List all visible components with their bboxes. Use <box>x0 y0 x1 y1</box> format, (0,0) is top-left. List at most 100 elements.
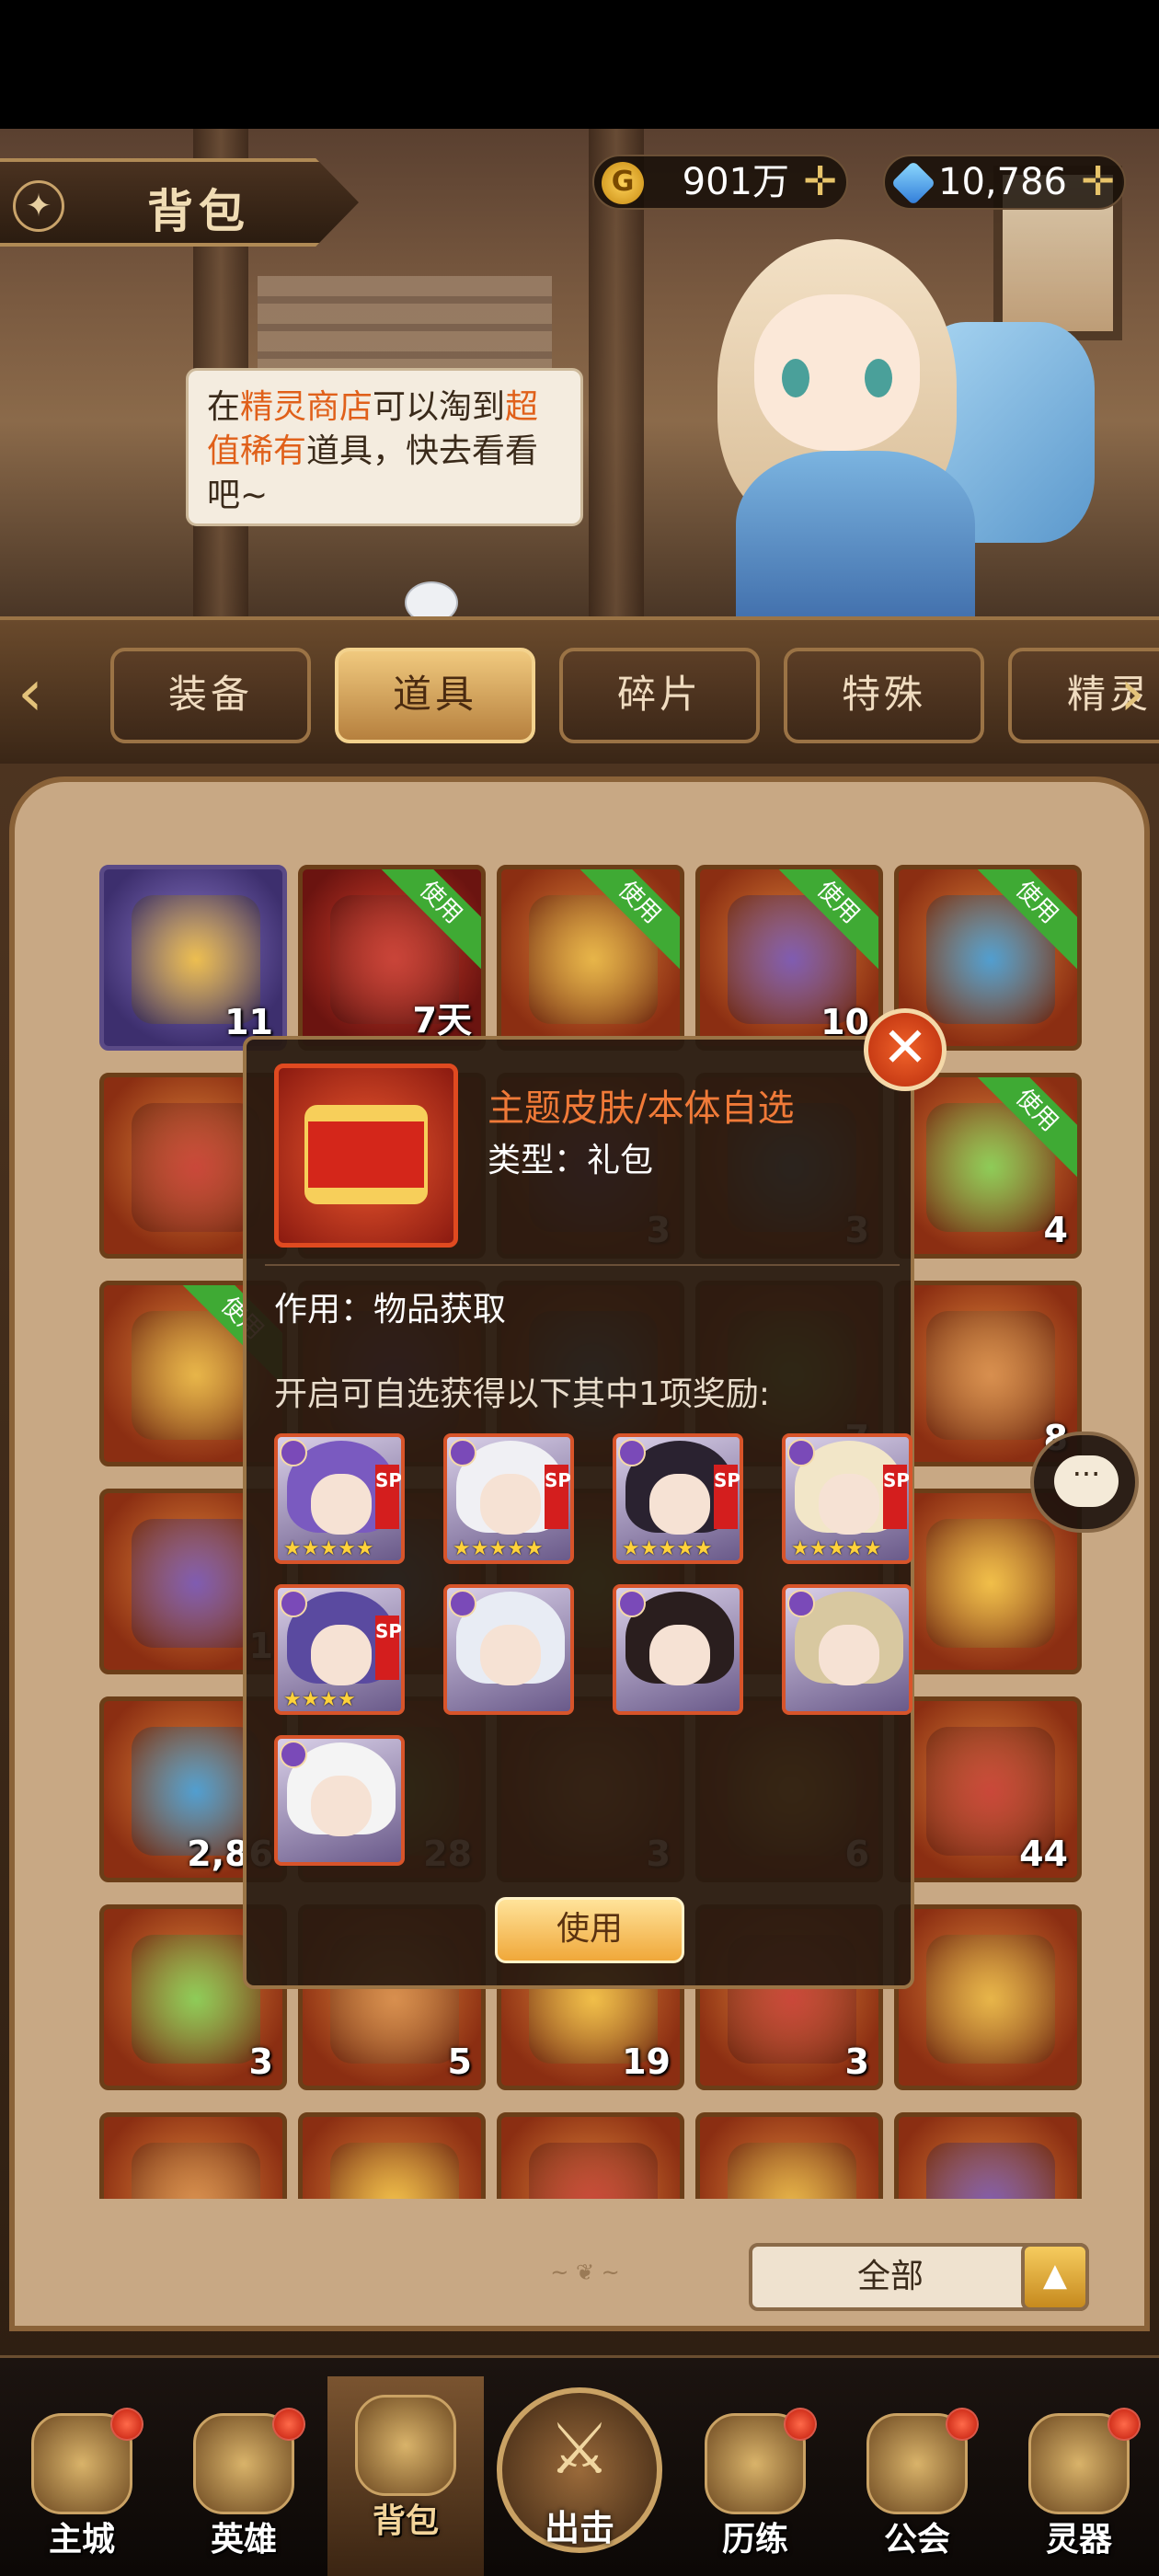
add-gold-icon[interactable]: ✛ <box>803 160 837 204</box>
nav-backpack[interactable]: 背包 <box>327 2376 484 2576</box>
inventory-slot[interactable] <box>298 2112 486 2199</box>
inventory-slot[interactable]: 11 <box>99 865 287 1051</box>
item-icon <box>330 2143 459 2199</box>
item-name: 主题皮肤/本体自选 <box>488 1087 795 1130</box>
sp-tag: SP <box>375 1616 401 1680</box>
nav-training[interactable]: 历练 <box>677 2408 833 2570</box>
nav-label: 出击 <box>544 2508 614 2548</box>
page-title: 背包 <box>147 185 250 238</box>
reward-option[interactable] <box>782 1584 912 1715</box>
element-badge-icon <box>280 1590 307 1617</box>
category-tabs: ‹ 装备 道具 碎片 特殊 精灵 › <box>0 616 1159 764</box>
item-icon <box>132 1935 260 2064</box>
reward-option[interactable] <box>443 1584 574 1715</box>
chat-button[interactable]: ··· <box>1030 1432 1139 1533</box>
nav-heroes[interactable]: 英雄 <box>166 2408 322 2570</box>
nav-main-city[interactable]: 主城 <box>4 2408 160 2570</box>
use-button[interactable]: 使用 <box>495 1897 684 1963</box>
compass-icon: ✦ <box>13 180 64 232</box>
nav-guild[interactable]: 公会 <box>839 2408 995 2570</box>
item-quantity: 19 <box>622 2041 671 2082</box>
item-quantity: 7天 <box>412 1000 472 1041</box>
tab-equipment[interactable]: 装备 <box>110 648 311 743</box>
triangle-up-icon[interactable]: ▲ <box>1021 2243 1089 2311</box>
element-badge-icon <box>449 1590 476 1617</box>
portrait-face <box>311 1625 372 1685</box>
sp-tag: SP <box>714 1465 740 1529</box>
reward-option[interactable]: SP ★★★★★ <box>613 1433 743 1564</box>
item-quantity: 5 <box>447 2041 472 2082</box>
inventory-slot[interactable] <box>894 2112 1082 2199</box>
item-icon <box>529 2143 658 2199</box>
inventory-slot[interactable]: 使用 10 <box>695 865 883 1051</box>
portrait-face <box>819 1625 879 1685</box>
item-type: 类型：礼包 <box>488 1142 654 1179</box>
filter-dropdown[interactable]: 全部 ▲ <box>749 2243 1089 2311</box>
portrait-face <box>480 1625 541 1685</box>
element-badge-icon <box>787 1590 815 1617</box>
tab-scroll-left-icon[interactable]: ‹ <box>9 653 52 736</box>
star-rating: ★★★★★ <box>453 1537 544 1560</box>
item-detail-popup: 主题皮肤/本体自选 类型：礼包 作用：物品获取 开启可自选获得以下其中1项奖励:… <box>243 1036 914 1989</box>
element-badge-icon <box>280 1439 307 1466</box>
nav-label: 英雄 <box>210 2521 277 2559</box>
item-icon <box>728 2143 856 2199</box>
gold-coin-icon: G <box>602 162 644 204</box>
reward-option[interactable] <box>274 1735 405 1866</box>
tab-fragments[interactable]: 碎片 <box>559 648 760 743</box>
tip-text: 可以淘到 <box>373 388 506 426</box>
ornament-divider: ~ ❦ ~ <box>550 2260 620 2285</box>
nav-artifacts[interactable]: 灵器 <box>1001 2408 1157 2570</box>
inventory-slot[interactable] <box>695 2112 883 2199</box>
npc-face <box>754 294 920 451</box>
backpack-icon <box>355 2395 456 2496</box>
item-description: 开启可自选获得以下其中1项奖励: <box>274 1375 771 1413</box>
element-badge-icon <box>280 1741 307 1768</box>
item-quantity: 4 <box>1043 1210 1068 1250</box>
close-icon[interactable]: ✕ <box>864 1008 947 1091</box>
star-rating: ★★★★ <box>283 1688 356 1711</box>
item-quantity: 3 <box>248 2041 273 2082</box>
star-rating: ★★★★★ <box>283 1537 374 1560</box>
item-quantity: 3 <box>844 2041 869 2082</box>
star-rating: ★★★★★ <box>622 1537 713 1560</box>
inventory-slot[interactable] <box>99 2112 287 2199</box>
inventory-slot[interactable]: 使用 4 <box>894 1073 1082 1259</box>
item-icon <box>132 1103 260 1232</box>
divider <box>265 1264 900 1266</box>
tab-items[interactable]: 道具 <box>335 648 535 743</box>
tab-special[interactable]: 特殊 <box>784 648 984 743</box>
nav-label: 公会 <box>883 2521 950 2559</box>
portrait-face <box>311 1776 372 1836</box>
nav-attack[interactable]: ⚔ 出击 <box>497 2387 662 2553</box>
element-badge-icon <box>787 1439 815 1466</box>
tip-highlight-shop: 精灵商店 <box>240 388 373 426</box>
inventory-slot[interactable]: 使用 7天 <box>298 865 486 1051</box>
inventory-slot[interactable] <box>497 2112 684 2199</box>
npc-speech-bubble: 在精灵商店可以淘到超值稀有道具，快去看看吧~ <box>186 368 583 526</box>
inventory-slot[interactable]: 44 <box>894 1696 1082 1882</box>
inventory-slot[interactable]: 使用 <box>497 865 684 1051</box>
reward-option[interactable]: SP ★★★★★ <box>782 1433 912 1564</box>
item-icon <box>926 2143 1055 2199</box>
reward-option[interactable] <box>613 1584 743 1715</box>
chat-bubble-icon: ··· <box>1054 1455 1119 1507</box>
add-gem-icon[interactable]: ✛ <box>1081 160 1115 204</box>
filter-label: 全部 <box>856 2258 924 2295</box>
inventory-footer: ~ ❦ ~ 全部 ▲ <box>15 2217 1155 2328</box>
diamond-icon <box>890 160 936 206</box>
sp-tag: SP <box>545 1465 570 1529</box>
gem-value: 10,786 <box>938 161 1067 203</box>
portrait-face <box>819 1474 879 1535</box>
item-quantity: 44 <box>1019 1834 1068 1874</box>
portrait-face <box>480 1474 541 1535</box>
inventory-slot[interactable] <box>894 1904 1082 2090</box>
gem-counter[interactable]: 10,786 ✛ <box>883 155 1126 210</box>
reward-option[interactable]: SP ★★★★ <box>274 1584 405 1715</box>
reward-option[interactable]: SP ★★★★★ <box>274 1433 405 1564</box>
crossed-swords-icon: ⚔ <box>547 2408 612 2490</box>
reward-option[interactable]: SP ★★★★★ <box>443 1433 574 1564</box>
gold-counter[interactable]: G 901万 ✛ <box>592 155 848 210</box>
tab-scroll-right-icon[interactable]: › <box>1111 653 1153 736</box>
nav-label: 主城 <box>48 2521 115 2559</box>
